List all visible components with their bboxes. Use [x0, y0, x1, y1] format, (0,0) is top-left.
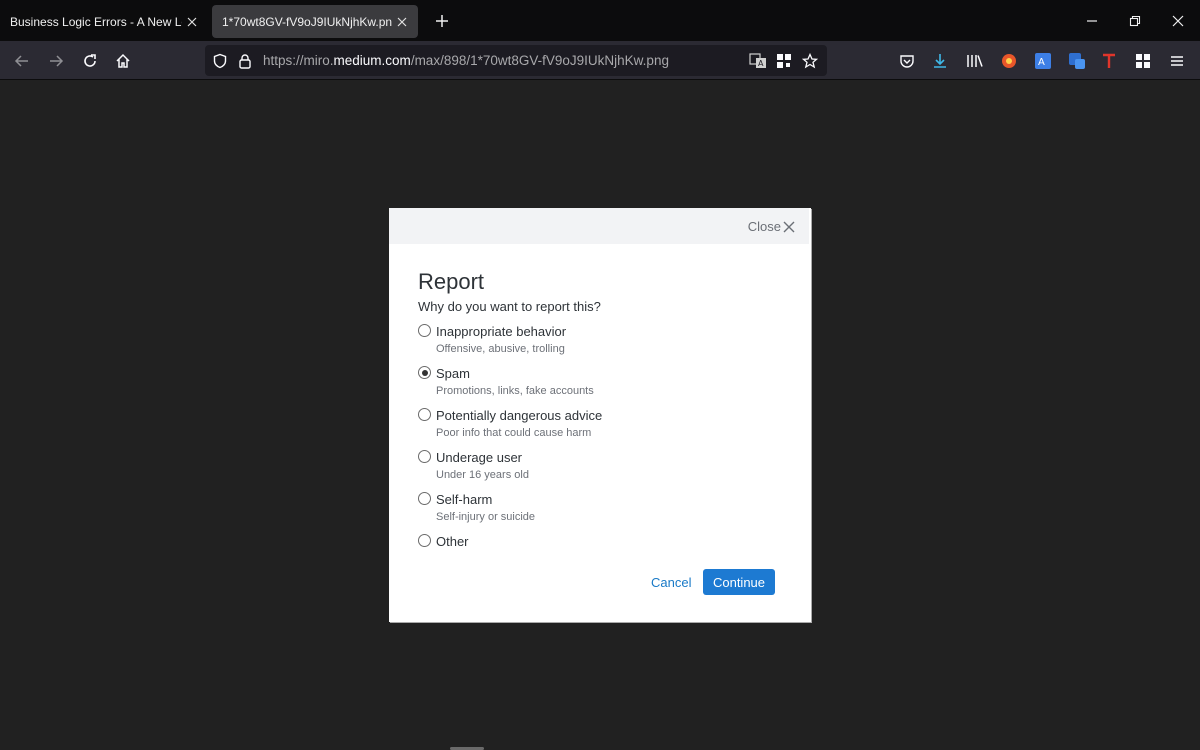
close-tab-icon[interactable] [396, 16, 408, 28]
navigation-toolbar: https://miro.medium.com/max/898/1*70wt8G… [0, 41, 1200, 80]
library-icon[interactable] [965, 51, 985, 71]
tab-title: 1*70wt8GV-fV9oJ9IUkNjhKw.png [222, 14, 393, 29]
qr-code-icon[interactable] [774, 51, 794, 71]
option-label: Inappropriate behavior [436, 324, 567, 339]
option-label: Other [436, 534, 469, 549]
radio-button[interactable] [418, 324, 431, 337]
close-window-icon[interactable] [1156, 0, 1200, 41]
menu-icon[interactable] [1167, 51, 1187, 71]
url-prefix: https://miro. [263, 53, 334, 68]
option-description: Offensive, abusive, trolling [436, 343, 565, 355]
tab-title-wrap: 1*70wt8GV-fV9oJ9IUkNjhKw.png (P [222, 15, 392, 29]
extension-language-icon[interactable] [1067, 51, 1087, 71]
pocket-icon[interactable] [897, 51, 917, 71]
url-path: /max/898/1*70wt8GV-fV9oJ9IUkNjhKw.png [410, 53, 669, 68]
url-text[interactable]: https://miro.medium.com/max/898/1*70wt8G… [263, 53, 669, 68]
svg-text:A: A [1038, 57, 1045, 68]
close-button[interactable]: Close [748, 219, 795, 234]
extensions-icon[interactable] [1133, 51, 1153, 71]
downloads-icon[interactable] [930, 51, 950, 71]
translate-page-icon[interactable]: A [748, 51, 768, 71]
radio-button[interactable] [418, 492, 431, 505]
extension-fox-icon[interactable] [999, 51, 1019, 71]
minimize-icon[interactable] [1070, 0, 1114, 41]
new-tab-button[interactable] [428, 7, 456, 35]
option-description: Under 16 years old [436, 469, 529, 481]
address-bar[interactable]: https://miro.medium.com/max/898/1*70wt8G… [205, 45, 827, 76]
radio-button[interactable] [418, 450, 431, 463]
option-description: Self-injury or suicide [436, 511, 536, 523]
option-label: Underage user [436, 450, 522, 465]
lock-icon[interactable] [235, 51, 255, 71]
forward-icon[interactable] [41, 46, 71, 76]
back-icon[interactable] [7, 46, 37, 76]
reload-icon[interactable] [75, 46, 105, 76]
option-label: Spam [436, 366, 470, 381]
tab-image-png[interactable]: 1*70wt8GV-fV9oJ9IUkNjhKw.png (P [212, 5, 418, 38]
report-question: Why do you want to report this? [418, 299, 601, 314]
cancel-button[interactable]: Cancel [651, 575, 691, 590]
tab-title: Business Logic Errors - A New Look [10, 14, 183, 29]
option-label: Self-harm [436, 492, 493, 507]
close-icon [783, 221, 795, 232]
option-label: Potentially dangerous advice [436, 408, 603, 423]
close-label: Close [747, 219, 781, 234]
report-dialog-image[interactable]: Close Report Why do you want to report t… [389, 208, 811, 622]
option-description: Promotions, links, fake accounts [436, 385, 594, 397]
url-host: medium.com [333, 53, 411, 68]
tab-strip: Business Logic Errors - A New Look 1*70w… [0, 0, 1200, 41]
dialog-title: Report [418, 269, 485, 294]
extension-t-icon[interactable] [1099, 51, 1119, 71]
svg-text:A: A [758, 59, 764, 68]
radio-button[interactable] [418, 534, 431, 547]
close-tab-icon[interactable] [186, 16, 198, 28]
radio-button-selected[interactable] [418, 366, 431, 379]
bookmark-star-icon[interactable] [800, 51, 820, 71]
extension-translate-icon[interactable]: A [1033, 51, 1053, 71]
restore-icon[interactable] [1113, 0, 1157, 41]
continue-button[interactable]: Continue [703, 569, 775, 595]
radio-button[interactable] [418, 408, 431, 421]
tracking-protection-shield-icon[interactable] [210, 51, 230, 71]
home-icon[interactable] [108, 46, 138, 76]
tab-business-logic-errors[interactable]: Business Logic Errors - A New Look [0, 5, 208, 38]
option-description: Poor info that could cause harm [436, 427, 592, 439]
dialog-header: Close [389, 208, 809, 244]
